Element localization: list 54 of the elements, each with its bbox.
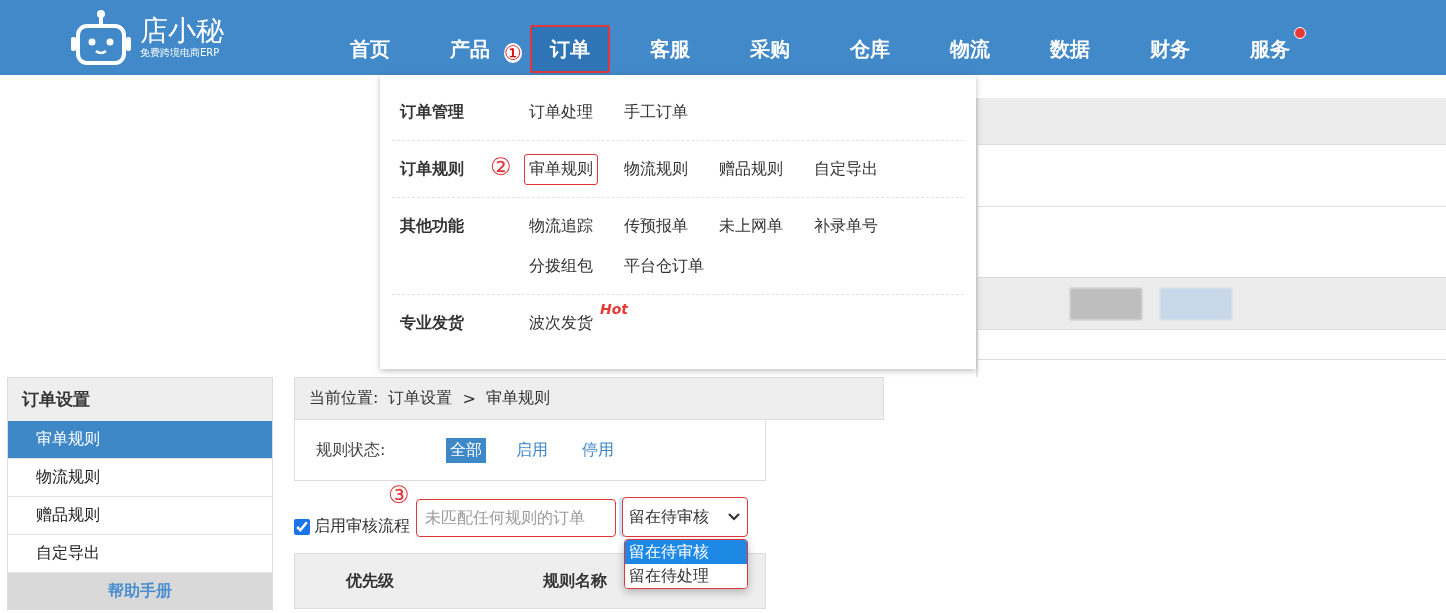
menu-item[interactable]: 补录单号 bbox=[809, 210, 883, 242]
nav-tab[interactable]: 采购 bbox=[730, 25, 810, 73]
breadcrumb-item: 审单规则 bbox=[485, 388, 550, 409]
menu-item[interactable]: 分拨组包 bbox=[524, 250, 598, 282]
blurred-text bbox=[1160, 287, 1232, 320]
chevron-down-icon bbox=[727, 512, 741, 522]
menu-group-title: 其他功能 bbox=[400, 216, 464, 235]
blurred-text bbox=[1070, 287, 1142, 320]
review-checkbox[interactable] bbox=[294, 518, 310, 535]
menu-item[interactable]: 物流规则 bbox=[619, 153, 693, 185]
breadcrumb-item: 订单设置 bbox=[388, 388, 453, 409]
menu-item[interactable]: 传预报单 bbox=[619, 210, 693, 242]
input-field[interactable]: 未匹配任何规则的订单 bbox=[416, 499, 616, 537]
nav-tab[interactable]: 物流 bbox=[930, 25, 1010, 73]
menu-item[interactable]: 手工订单 bbox=[619, 96, 693, 128]
select-option[interactable]: 留在待处理 bbox=[625, 564, 747, 588]
status-filter-option[interactable]: 启用 bbox=[512, 437, 552, 463]
logo-name: 店小秘 bbox=[140, 15, 224, 46]
nav-tab[interactable]: 客服 bbox=[630, 25, 710, 73]
menu-group-title: 订单管理 bbox=[400, 102, 464, 121]
nav-tab[interactable]: 首页 bbox=[330, 25, 410, 73]
sidebar-item[interactable]: 审单规则 bbox=[8, 421, 272, 459]
step-number: ③ bbox=[388, 483, 410, 507]
select-option[interactable]: 留在待审核 bbox=[625, 540, 747, 564]
hot-tag: Hot bbox=[600, 301, 629, 317]
menu-item[interactable]: 物流追踪 bbox=[524, 210, 598, 242]
checkbox-label: 启用审核流程 bbox=[314, 516, 410, 537]
menu-item[interactable]: 订单处理 bbox=[524, 96, 598, 128]
nav-tab[interactable]: 财务 bbox=[1130, 25, 1210, 73]
sidebar-title: 订单设置 bbox=[8, 378, 272, 421]
filter-label: 规则状态: bbox=[316, 439, 387, 461]
menu-item[interactable]: 平台仓订单 bbox=[619, 250, 709, 282]
step-number: ② bbox=[490, 155, 512, 179]
breadcrumb-label: 当前位置: bbox=[309, 388, 379, 409]
select-field[interactable]: 留在待审核 bbox=[622, 497, 748, 537]
breadcrumb-separator: > bbox=[462, 389, 476, 408]
logo-tagline: 免费跨境电商ERP bbox=[140, 45, 221, 60]
nav-tab[interactable]: 仓库 bbox=[830, 25, 910, 73]
menu-group-title: 订单规则 bbox=[400, 159, 464, 178]
robot-logo-icon bbox=[70, 8, 132, 67]
step-number: ① bbox=[504, 43, 522, 63]
status-filter-option[interactable]: 停用 bbox=[578, 437, 618, 463]
menu-item[interactable]: 赠品规则 bbox=[714, 153, 788, 185]
nav-tab[interactable]: 订单 bbox=[530, 25, 610, 73]
status-filter-option[interactable]: 全部 bbox=[446, 437, 486, 463]
column-header: 优先级 bbox=[346, 570, 394, 592]
nav-tab[interactable]: 数据 bbox=[1030, 25, 1110, 73]
menu-item[interactable]: 未上网单 bbox=[714, 210, 788, 242]
menu-item[interactable]: 自定导出 bbox=[809, 153, 883, 185]
menu-group-title: 专业发货 bbox=[400, 313, 464, 332]
column-header: 规则名称 bbox=[543, 570, 607, 592]
menu-item[interactable]: 波次发货 bbox=[524, 307, 598, 339]
nav-tab[interactable]: 服务 bbox=[1230, 25, 1310, 73]
menu-item[interactable]: 审单规则 bbox=[524, 153, 598, 185]
